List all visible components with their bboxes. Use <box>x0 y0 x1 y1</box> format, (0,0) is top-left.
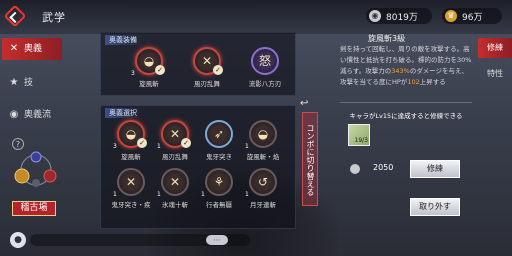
practice-hall-button[interactable]: 稽古場 <box>12 201 56 216</box>
chat-bar[interactable]: ⋯ <box>30 234 250 246</box>
item-count: 19/3 <box>354 137 368 144</box>
skill-slot[interactable]: ◒ ✓ 3 旋風斬 <box>111 120 151 161</box>
nav-tab-label: 奥義流 <box>24 110 52 120</box>
equip-slot[interactable]: 怒 流影八方刃 <box>245 47 285 88</box>
wanderer-icon: ⚘ <box>213 175 225 189</box>
silver-currency: ◉ 8019万 <box>366 8 432 24</box>
skill-slot[interactable]: ◒ 1 旋風斬・焔 <box>243 120 283 161</box>
skill-level: 1 <box>113 191 117 198</box>
crescent-slash-icon: ↺ <box>257 175 269 189</box>
divider <box>340 102 472 103</box>
ice-soul-icon: ✕ <box>169 175 181 189</box>
microphone-icon[interactable]: ● <box>10 232 26 248</box>
desc-highlight: 343% <box>391 67 410 75</box>
unequip-button[interactable]: 取り外す <box>410 198 460 216</box>
desc-text: 上昇する <box>419 78 446 86</box>
skill-slot[interactable]: ⚘ 1 行者無疆 <box>199 168 239 209</box>
equip-panel-title: 奥義装備 <box>105 35 141 45</box>
silver-coin-icon: ◉ <box>369 10 381 22</box>
skill-label: 氷魂十斬 <box>162 201 188 209</box>
skill-level: 3 <box>113 143 117 150</box>
gold-amount: 96万 <box>462 13 483 23</box>
check-icon: ✓ <box>181 138 191 148</box>
equip-slot[interactable]: ◒ ✓ 3 旋風斬 <box>129 47 169 88</box>
equip-panel: 奥義装備 ◒ ✓ 3 旋風斬 ✕ ✓ 風刃乱舞 怒 流影八方刃 <box>100 32 296 96</box>
skill-slot[interactable]: ✕ ✓ 1 風刃乱舞 <box>155 120 195 161</box>
flame-whirlwind-icon: ◒ <box>257 127 269 141</box>
train-cost: 2050 <box>373 163 394 172</box>
skill-icon: ★ <box>9 77 19 88</box>
scroll-item-icon[interactable]: 19/3 <box>348 124 370 146</box>
skill-level: 1 <box>245 143 249 150</box>
tab-traits[interactable]: 特性 <box>478 64 512 84</box>
silver-amount: 8019万 <box>386 13 418 23</box>
flow-icon: ◉ <box>9 109 19 120</box>
page-title: 武学 <box>42 11 66 24</box>
top-bar <box>0 0 512 34</box>
skill-label: 鬼牙突き <box>206 153 232 161</box>
skill-slot[interactable]: ↺ 1 月牙連斬 <box>243 168 283 209</box>
nav-tab-label: 技 <box>24 78 34 88</box>
skill-level: 1 <box>157 143 161 150</box>
nav-tab-waza[interactable]: ★ 技 <box>2 72 62 94</box>
skill-select-panel: 奥義選択 ◒ ✓ 3 旋風斬 ✕ ✓ 1 風刃乱舞 ➶ 鬼牙突き ◒ 1 旋風斬・焔 ✕ 1 鬼牙突き・疾 ✕ 1… <box>100 105 296 229</box>
train-button[interactable]: 修練 <box>410 160 460 178</box>
check-icon: ✓ <box>213 65 223 75</box>
chat-toggle[interactable]: ⋯ <box>206 235 228 245</box>
skill-slot[interactable]: ✕ 1 鬼牙突き・疾 <box>111 168 151 209</box>
rage-icon: 怒 <box>258 54 271 68</box>
tab-training[interactable]: 修練 <box>478 38 512 58</box>
skill-slot[interactable]: ✕ 1 氷魂十斬 <box>155 168 195 209</box>
slot-label: 旋風斬 <box>139 80 159 88</box>
skill-label: 風刃乱舞 <box>162 153 188 161</box>
skill-description: 剣を持って回転し、周りの敵を攻撃する。高い慣性と抵抗を打ち破る。標的の防力を30… <box>340 44 472 88</box>
desc-highlight: 102 <box>407 78 420 86</box>
demon-fang-icon: ➶ <box>213 127 225 141</box>
nav-tab-label: 奥義 <box>24 44 43 54</box>
equip-slot[interactable]: ✕ ✓ 風刃乱舞 <box>187 47 227 88</box>
arrow-left-icon[interactable]: ↩ <box>300 98 314 110</box>
swift-fang-icon: ✕ <box>125 175 137 189</box>
crossed-swords-icon: ✕ <box>9 43 19 54</box>
silver-coin-icon <box>350 164 360 174</box>
skill-label: 鬼牙突き・疾 <box>111 201 151 209</box>
select-panel-title: 奥義選択 <box>105 108 141 118</box>
check-icon: ✓ <box>137 138 147 148</box>
skill-label: 行者無疆 <box>206 201 232 209</box>
skill-label: 旋風斬 <box>121 153 141 161</box>
combo-wheel-icon[interactable] <box>12 148 62 192</box>
nav-tab-ougi-flow[interactable]: ◉ 奥義流 <box>2 104 62 126</box>
gold-wings-icon: ♛ <box>445 10 457 22</box>
gold-currency: ♛ 96万 <box>442 8 502 24</box>
skill-label: 旋風斬・焔 <box>246 153 280 161</box>
skill-detail-title: 旋風斬3級 <box>368 34 406 43</box>
combo-toggle-tab[interactable]: コンボに切り替える <box>302 112 318 206</box>
nav-tab-ougi[interactable]: ✕ 奥義 <box>2 38 62 60</box>
skill-label: 月牙連斬 <box>250 201 276 209</box>
slot-label: 流影八方刃 <box>248 80 282 88</box>
skill-slot[interactable]: ➶ 鬼牙突き <box>199 120 239 161</box>
skill-level: 1 <box>245 191 249 198</box>
skill-level: 1 <box>201 191 205 198</box>
slot-level: 3 <box>131 70 135 77</box>
train-requirement: キャラがLv15に達成すると修練できる <box>349 112 463 120</box>
slot-label: 風刃乱舞 <box>194 80 220 88</box>
check-icon: ✓ <box>155 65 165 75</box>
skill-level: 1 <box>157 191 161 198</box>
